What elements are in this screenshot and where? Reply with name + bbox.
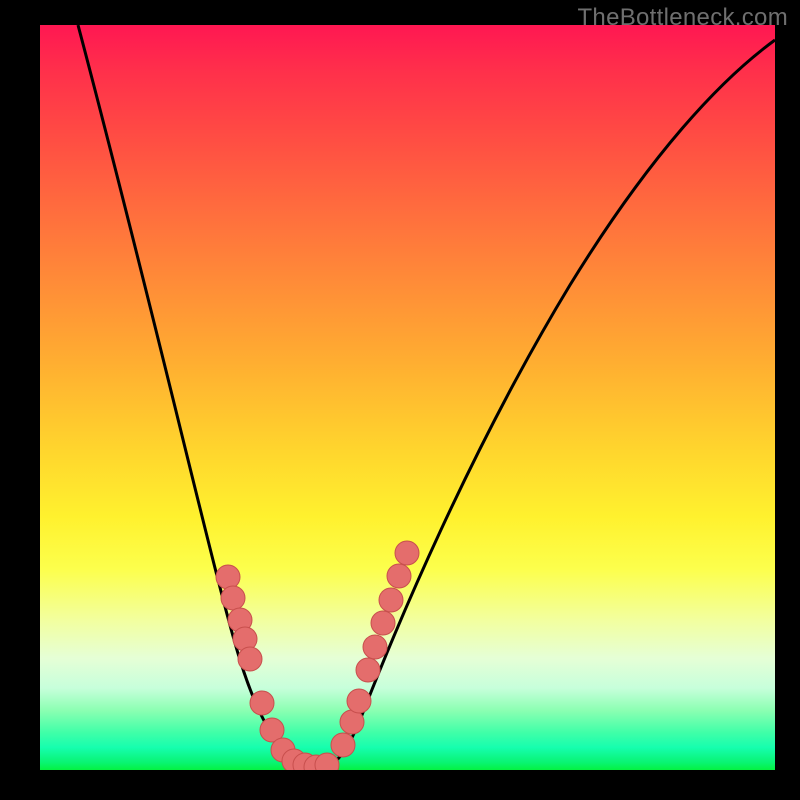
watermark-text: TheBottleneck.com	[577, 4, 788, 32]
data-marker	[238, 647, 262, 671]
bottleneck-curve	[78, 25, 775, 767]
data-marker	[371, 611, 395, 635]
chart-svg	[40, 25, 775, 770]
left-marker-group	[216, 565, 339, 770]
data-marker	[395, 541, 419, 565]
data-marker	[347, 689, 371, 713]
data-marker	[356, 658, 380, 682]
data-marker	[250, 691, 274, 715]
data-marker	[216, 565, 240, 589]
data-marker	[340, 710, 364, 734]
chart-frame: TheBottleneck.com	[0, 0, 800, 800]
data-marker	[363, 635, 387, 659]
data-marker	[221, 586, 245, 610]
data-marker	[379, 588, 403, 612]
data-marker	[331, 733, 355, 757]
right-marker-group	[331, 541, 419, 757]
plot-area	[40, 25, 775, 770]
data-marker	[387, 564, 411, 588]
